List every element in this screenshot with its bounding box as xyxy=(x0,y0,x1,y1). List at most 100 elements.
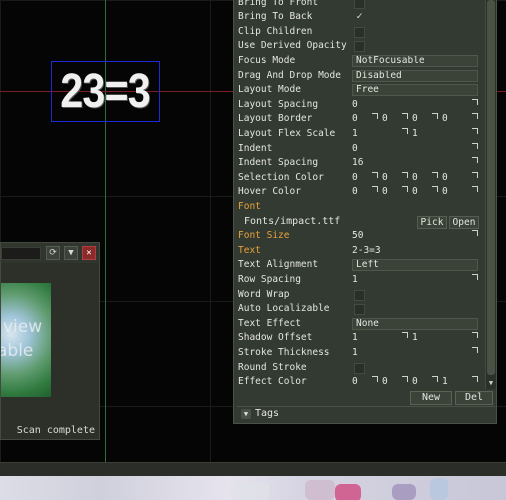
pick-font-button[interactable]: Pick xyxy=(417,215,447,229)
property-number-input[interactable]: 0 xyxy=(382,171,388,185)
property-number-input[interactable]: 0 xyxy=(442,185,448,199)
spin-handle-icon[interactable] xyxy=(372,171,378,178)
property-label: Focus Mode xyxy=(238,54,296,66)
property-label: Bring To Front xyxy=(238,0,319,8)
property-number-input[interactable]: 1 xyxy=(412,127,418,141)
filter-icon[interactable]: ▼ xyxy=(64,246,78,260)
property-label: Indent Spacing xyxy=(238,157,319,169)
spin-handle-icon[interactable] xyxy=(372,376,378,383)
expand-arrow-icon[interactable]: ▼ xyxy=(241,409,251,419)
property-number-input[interactable]: 0 xyxy=(382,375,388,389)
spin-handle-icon[interactable] xyxy=(402,186,408,193)
spin-handle-icon[interactable] xyxy=(472,113,478,120)
scroll-thumb[interactable] xyxy=(487,0,495,375)
property-number-input[interactable]: 0 xyxy=(412,171,418,185)
property-dropdown[interactable]: None xyxy=(352,317,478,330)
property-checkbox[interactable]: ✓ xyxy=(354,12,365,23)
tags-section[interactable]: ▼ Tags xyxy=(237,406,495,420)
property-number-input[interactable]: 0 xyxy=(442,112,448,126)
property-row: Bring To Front xyxy=(234,0,484,10)
property-dropdown[interactable]: NotFocusable xyxy=(352,54,478,67)
spin-handle-icon[interactable] xyxy=(472,273,478,280)
spin-handle-icon[interactable] xyxy=(402,332,408,339)
property-number-input[interactable]: 0 xyxy=(352,112,358,126)
property-number-input[interactable]: 1 xyxy=(412,331,418,345)
property-label: Effect Color xyxy=(238,376,307,388)
property-number-input[interactable]: 0 xyxy=(352,185,358,199)
spin-handle-icon[interactable] xyxy=(472,230,478,237)
property-number-input[interactable]: 0 xyxy=(352,142,358,156)
scrollbar[interactable]: ▼ xyxy=(485,0,496,389)
property-number-input[interactable]: 16 xyxy=(352,156,363,170)
property-number-input[interactable]: 0 xyxy=(412,112,418,126)
property-row: Font xyxy=(234,200,484,215)
spin-handle-icon[interactable] xyxy=(472,186,478,193)
spin-handle-icon[interactable] xyxy=(402,113,408,120)
property-number-input[interactable]: 0 xyxy=(382,185,388,199)
property-checkbox[interactable] xyxy=(354,26,365,38)
property-number-input[interactable]: 0 xyxy=(352,375,358,389)
property-label: Text Effect xyxy=(238,317,301,329)
property-row: Bring To Back ✓ xyxy=(234,10,484,25)
properties-panel: Bring To Front Bring To Back ✓ Clip Childre… xyxy=(233,0,497,424)
property-text-input[interactable]: 2-3=3 xyxy=(352,244,381,258)
spin-handle-icon[interactable] xyxy=(372,113,378,120)
property-row: Fonts/impact.ttf Pick Open xyxy=(234,215,484,230)
property-label: Text Alignment xyxy=(238,259,319,271)
property-checkbox[interactable] xyxy=(354,0,365,9)
spin-handle-icon[interactable] xyxy=(402,376,408,383)
property-number-input[interactable]: 50 xyxy=(352,229,363,243)
property-label: Use Derived Opacity xyxy=(238,40,347,52)
spin-handle-icon[interactable] xyxy=(472,98,478,105)
property-dropdown[interactable]: Free xyxy=(352,84,478,97)
property-checkbox[interactable] xyxy=(354,362,365,374)
spin-handle-icon[interactable] xyxy=(432,186,438,193)
property-checkbox[interactable] xyxy=(354,41,365,53)
spin-handle-icon[interactable] xyxy=(472,171,478,178)
property-number-input[interactable]: 0 xyxy=(352,98,358,112)
spin-handle-icon[interactable] xyxy=(472,346,478,353)
property-number-input[interactable]: 1 xyxy=(352,346,358,360)
property-number-input[interactable]: 0 xyxy=(382,112,388,126)
spin-handle-icon[interactable] xyxy=(432,376,438,383)
del-button[interactable]: Del xyxy=(455,391,493,405)
property-number-input[interactable]: 1 xyxy=(352,331,358,345)
property-checkbox[interactable] xyxy=(354,289,365,301)
selected-text-element[interactable]: 23=3 xyxy=(51,61,160,122)
property-number-input[interactable]: 0 xyxy=(412,185,418,199)
property-checkbox[interactable] xyxy=(354,304,365,316)
spin-handle-icon[interactable] xyxy=(472,142,478,149)
spin-handle-icon[interactable] xyxy=(432,113,438,120)
font-path-field[interactable]: Fonts/impact.ttf xyxy=(238,215,418,229)
spin-handle-icon[interactable] xyxy=(402,127,408,134)
spin-handle-icon[interactable] xyxy=(472,127,478,134)
close-icon[interactable]: ✕ xyxy=(82,246,96,260)
property-number-input[interactable]: 0 xyxy=(412,375,418,389)
bottom-toolbar xyxy=(0,462,506,476)
spin-handle-icon[interactable] xyxy=(372,186,378,193)
spin-handle-icon[interactable] xyxy=(472,157,478,164)
property-dropdown[interactable]: Left xyxy=(352,259,478,272)
scroll-down-icon[interactable]: ▼ xyxy=(487,378,495,388)
property-dropdown[interactable]: Disabled xyxy=(352,69,478,82)
resource-browser-window[interactable]: ⟳ ▼ ✕ view able Scan complete xyxy=(0,242,100,440)
property-number-input[interactable]: 1 xyxy=(352,127,358,141)
property-number-input[interactable]: 1 xyxy=(352,273,358,287)
spin-handle-icon[interactable] xyxy=(402,171,408,178)
spin-handle-icon[interactable] xyxy=(472,332,478,339)
resource-preview-image[interactable]: view able xyxy=(1,283,51,397)
new-button[interactable]: New xyxy=(410,391,452,405)
spin-handle-icon[interactable] xyxy=(432,171,438,178)
bottom-preview-strip xyxy=(0,476,506,500)
open-font-button[interactable]: Open xyxy=(449,215,479,229)
refresh-icon[interactable]: ⟳ xyxy=(46,246,60,260)
property-number-input[interactable]: 0 xyxy=(352,171,358,185)
resource-search-input[interactable] xyxy=(1,247,41,260)
property-row: Indent Spacing 16 xyxy=(234,156,484,171)
property-label: Hover Color xyxy=(238,186,301,198)
property-row: Effect Color 0 0 0 1 xyxy=(234,375,484,389)
property-number-input[interactable]: 0 xyxy=(442,171,448,185)
property-number-input[interactable]: 1 xyxy=(442,375,448,389)
property-label: Text xyxy=(238,244,261,256)
spin-handle-icon[interactable] xyxy=(472,376,478,383)
